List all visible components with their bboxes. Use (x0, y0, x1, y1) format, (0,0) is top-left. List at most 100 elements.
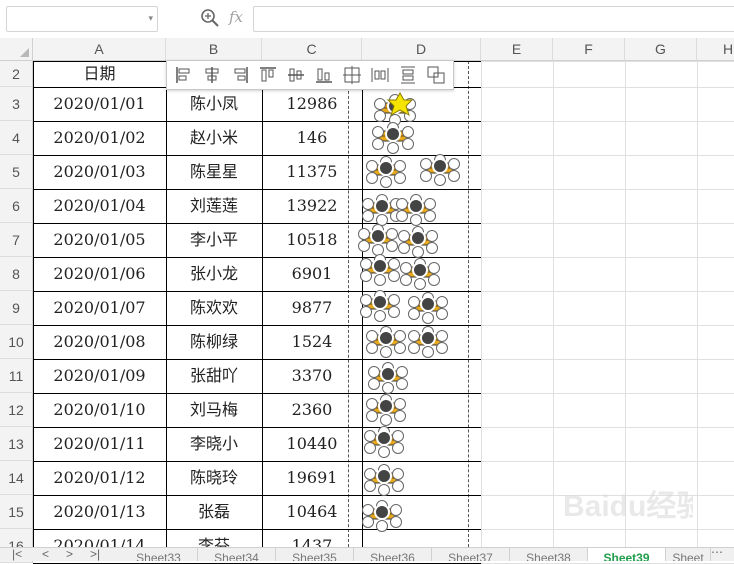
resize-handle[interactable] (360, 294, 372, 306)
row-header[interactable]: 13 (0, 427, 33, 461)
rotate-handle-icon[interactable] (408, 198, 424, 214)
resize-handle[interactable] (376, 520, 388, 532)
row-header[interactable]: 3 (0, 87, 33, 121)
resize-handle[interactable] (366, 410, 378, 422)
resize-handle[interactable] (368, 378, 380, 390)
cell-value[interactable]: 19691 (262, 461, 362, 495)
row-header[interactable]: 14 (0, 461, 33, 495)
cell-name[interactable]: 张小龙 (166, 257, 262, 291)
row-header[interactable]: 10 (0, 325, 33, 359)
tab-sheet39[interactable]: Sheet39 (588, 548, 666, 561)
row-header[interactable]: 11 (0, 359, 33, 393)
distribute-horizontal-icon[interactable] (366, 62, 394, 88)
resize-handle[interactable] (394, 330, 406, 342)
header-cell-date[interactable]: 日期 (33, 61, 166, 87)
resize-handle[interactable] (424, 198, 436, 210)
last-sheet-icon[interactable]: >| (90, 548, 100, 560)
resize-handle[interactable] (372, 126, 384, 138)
cell-name[interactable]: 陈柳绿 (166, 325, 262, 359)
resize-handle[interactable] (400, 262, 412, 274)
rotate-handle-icon[interactable] (412, 262, 428, 278)
resize-handle[interactable] (362, 504, 374, 516)
cell-name[interactable]: 张甜吖 (166, 359, 262, 393)
rotate-handle-icon[interactable] (376, 430, 392, 446)
column-header-g[interactable]: G (625, 38, 697, 61)
resize-handle[interactable] (382, 382, 394, 394)
resize-handle[interactable] (436, 342, 448, 354)
formula-input[interactable] (253, 6, 734, 32)
resize-handle[interactable] (396, 366, 408, 378)
resize-handle[interactable] (358, 228, 370, 240)
tab-sheet[interactable]: Sheet (666, 548, 711, 561)
more-sheets-icon[interactable]: ⋯ (711, 548, 723, 559)
cell-date[interactable]: 2020/01/09 (33, 359, 166, 393)
cell-date[interactable]: 2020/01/07 (33, 291, 166, 325)
cell-date[interactable]: 2020/01/01 (33, 87, 166, 121)
resize-handle[interactable] (448, 158, 460, 170)
resize-handle[interactable] (424, 210, 436, 222)
cell-value[interactable]: 9877 (262, 291, 362, 325)
resize-handle[interactable] (396, 198, 408, 210)
cell-date[interactable]: 2020/01/13 (33, 495, 166, 529)
zoom-icon[interactable] (200, 8, 220, 28)
resize-handle[interactable] (428, 274, 440, 286)
resize-handle[interactable] (400, 274, 412, 286)
resize-handle[interactable] (380, 176, 392, 188)
resize-handle[interactable] (434, 174, 446, 186)
row-header[interactable]: 2 (0, 61, 33, 87)
resize-handle[interactable] (394, 160, 406, 172)
resize-handle[interactable] (394, 342, 406, 354)
resize-handle[interactable] (388, 258, 400, 270)
cell-value[interactable]: 146 (262, 121, 362, 155)
resize-handle[interactable] (402, 126, 414, 138)
resize-handle[interactable] (392, 430, 404, 442)
resize-handle[interactable] (366, 398, 378, 410)
resize-handle[interactable] (392, 480, 404, 492)
resize-handle[interactable] (428, 262, 440, 274)
tab-sheet38[interactable]: Sheet38 (510, 548, 588, 561)
resize-handle[interactable] (360, 270, 372, 282)
resize-handle[interactable] (394, 410, 406, 422)
selected-picture[interactable] (385, 91, 415, 123)
resize-handle[interactable] (366, 330, 378, 342)
resize-handle[interactable] (398, 242, 410, 254)
resize-handle[interactable] (390, 504, 402, 516)
resize-handle[interactable] (398, 230, 410, 242)
rotate-handle-icon[interactable] (380, 366, 396, 382)
cell-name[interactable]: 陈星星 (166, 155, 262, 189)
cell-name[interactable]: 李晓小 (166, 427, 262, 461)
resize-handle[interactable] (408, 308, 420, 320)
row-header[interactable]: 5 (0, 155, 33, 189)
cell-name[interactable]: 李小平 (166, 223, 262, 257)
cell-date[interactable]: 2020/01/06 (33, 257, 166, 291)
cell-name[interactable]: 陈晓玲 (166, 461, 262, 495)
resize-handle[interactable] (426, 242, 438, 254)
tab-sheet35[interactable]: Sheet35 (276, 548, 354, 561)
row-header[interactable]: 12 (0, 393, 33, 427)
cell-value[interactable]: 10518 (262, 223, 362, 257)
resize-handle[interactable] (378, 446, 390, 458)
cell-name[interactable]: 刘莲莲 (166, 189, 262, 223)
cell-name[interactable]: 张磊 (166, 495, 262, 529)
resize-handle[interactable] (386, 228, 398, 240)
rotate-handle-icon[interactable] (378, 330, 394, 346)
cell-value[interactable]: 13922 (262, 189, 362, 223)
rotate-handle-icon[interactable] (385, 126, 401, 142)
resize-handle[interactable] (422, 346, 434, 358)
resize-handle[interactable] (360, 306, 372, 318)
rotate-handle-icon[interactable] (374, 198, 390, 214)
resize-handle[interactable] (448, 170, 460, 182)
cell-value[interactable]: 2360 (262, 393, 362, 427)
resize-handle[interactable] (362, 210, 374, 222)
align-left-icon[interactable] (170, 62, 198, 88)
name-box[interactable]: ▾ (6, 6, 158, 32)
cell-value[interactable]: 12986 (262, 87, 362, 121)
resize-handle[interactable] (426, 230, 438, 242)
row-header[interactable]: 15 (0, 495, 33, 529)
rotate-handle-icon[interactable] (432, 158, 448, 174)
align-center-both-icon[interactable] (338, 62, 366, 88)
resize-handle[interactable] (358, 240, 370, 252)
resize-handle[interactable] (408, 330, 420, 342)
rotate-handle-icon[interactable] (378, 160, 394, 176)
resize-handle[interactable] (388, 306, 400, 318)
